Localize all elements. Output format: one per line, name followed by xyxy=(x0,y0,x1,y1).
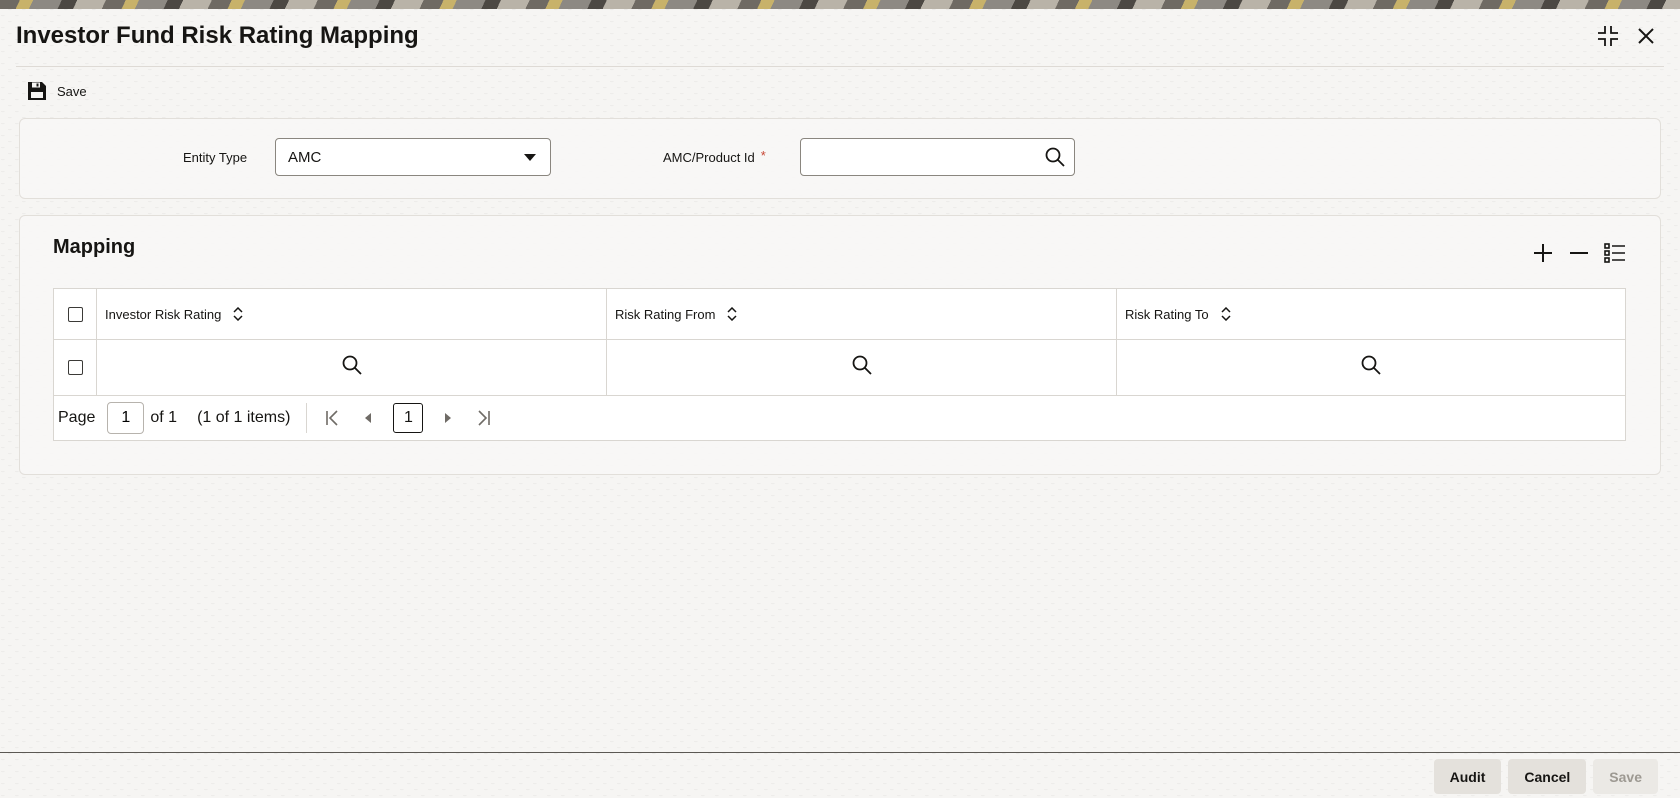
sort-icon[interactable] xyxy=(233,307,243,321)
header-banner-strip xyxy=(0,0,1680,9)
row-checkbox[interactable] xyxy=(67,360,83,375)
table-toolbar xyxy=(1532,242,1626,264)
page-label: Page xyxy=(58,409,96,426)
page-number-input[interactable] xyxy=(107,402,145,434)
risk-rating-to-lookup-button[interactable] xyxy=(1361,355,1381,380)
entity-type-label: Entity Type xyxy=(183,150,248,165)
add-row-button[interactable] xyxy=(1532,242,1554,264)
current-page-button[interactable]: 1 xyxy=(393,403,424,433)
list-view-icon xyxy=(1604,243,1625,263)
chevron-down-icon xyxy=(524,154,536,161)
minimize-window-button[interactable] xyxy=(1596,24,1620,48)
mapping-section-title: Mapping xyxy=(53,236,136,258)
search-icon xyxy=(342,355,362,375)
column-header-investor-risk-rating[interactable]: Investor Risk Rating xyxy=(97,289,607,339)
toolbar-save-button[interactable]: Save xyxy=(26,80,87,102)
search-icon xyxy=(1361,355,1381,375)
column-label: Risk Rating From xyxy=(615,306,716,322)
column-label: Risk Rating To xyxy=(1125,306,1209,322)
column-label: Investor Risk Rating xyxy=(105,306,222,322)
footer-actions: Audit Cancel Save xyxy=(1433,759,1658,794)
window-controls xyxy=(1596,24,1658,48)
first-page-button[interactable] xyxy=(321,407,343,429)
column-header-risk-rating-from[interactable]: Risk Rating From xyxy=(607,289,1117,339)
delete-row-button[interactable] xyxy=(1568,242,1590,264)
product-id-label-group: AMC/Product Id * xyxy=(663,148,766,165)
minus-icon xyxy=(1570,252,1588,254)
audit-button[interactable]: Audit xyxy=(1433,759,1502,794)
criteria-panel: Entity Type AMC AMC/Product Id * xyxy=(19,118,1661,199)
items-count-label: (1 of 1 items) xyxy=(197,409,291,426)
risk-rating-from-lookup-button[interactable] xyxy=(852,355,872,380)
previous-page-button[interactable] xyxy=(357,407,379,429)
sort-icon[interactable] xyxy=(1221,307,1231,321)
first-page-icon xyxy=(326,410,338,426)
save-button[interactable]: Save xyxy=(1593,759,1658,794)
column-header-risk-rating-to[interactable]: Risk Rating To xyxy=(1117,289,1625,339)
risk-rating-from-cell xyxy=(607,340,1117,395)
product-id-input[interactable] xyxy=(811,139,1031,173)
pager-divider xyxy=(306,403,308,433)
header-checkbox-cell xyxy=(54,289,97,339)
cancel-button[interactable]: Cancel xyxy=(1508,759,1587,794)
chevron-right-icon xyxy=(445,413,452,423)
next-page-button[interactable] xyxy=(437,407,459,429)
grid-header-row: Investor Risk Rating Risk Rating From Ri… xyxy=(54,289,1625,340)
last-page-button[interactable] xyxy=(473,407,495,429)
entity-type-select[interactable]: AMC xyxy=(275,138,551,176)
toolbar-save-label: Save xyxy=(57,83,87,99)
mapping-panel: Mapping Investor Risk Rating Risk Rating… xyxy=(19,215,1661,475)
search-icon xyxy=(1045,147,1065,167)
close-window-button[interactable] xyxy=(1634,24,1658,48)
page-title: Investor Fund Risk Rating Mapping xyxy=(16,22,419,49)
investor-risk-rating-lookup-button[interactable] xyxy=(342,355,362,380)
page-count-label: of 1 xyxy=(150,409,178,426)
table-row xyxy=(54,340,1625,396)
plus-icon xyxy=(1534,244,1552,262)
header-divider xyxy=(16,66,1664,67)
product-id-label: AMC/Product Id xyxy=(663,150,755,165)
entity-type-value: AMC xyxy=(288,148,322,166)
save-icon xyxy=(28,82,46,100)
single-record-view-button[interactable] xyxy=(1604,242,1626,264)
footer-divider xyxy=(0,752,1680,753)
pagination-bar: Page of 1 (1 of 1 items) 1 xyxy=(54,396,1625,440)
close-icon xyxy=(1638,28,1654,44)
row-checkbox-cell xyxy=(54,340,97,395)
product-id-field xyxy=(800,138,1075,176)
product-id-lookup-button[interactable] xyxy=(1045,147,1065,172)
pager-nav: 1 xyxy=(321,403,495,433)
last-page-icon xyxy=(478,410,491,426)
chevron-left-icon xyxy=(365,413,372,423)
select-all-checkbox[interactable] xyxy=(67,306,83,322)
required-marker: * xyxy=(760,148,766,163)
risk-rating-to-cell xyxy=(1117,340,1625,395)
sort-icon[interactable] xyxy=(727,307,737,321)
search-icon xyxy=(852,355,872,375)
investor-risk-rating-cell xyxy=(97,340,607,395)
mapping-grid: Investor Risk Rating Risk Rating From Ri… xyxy=(53,288,1626,441)
collapse-icon xyxy=(1598,26,1618,46)
